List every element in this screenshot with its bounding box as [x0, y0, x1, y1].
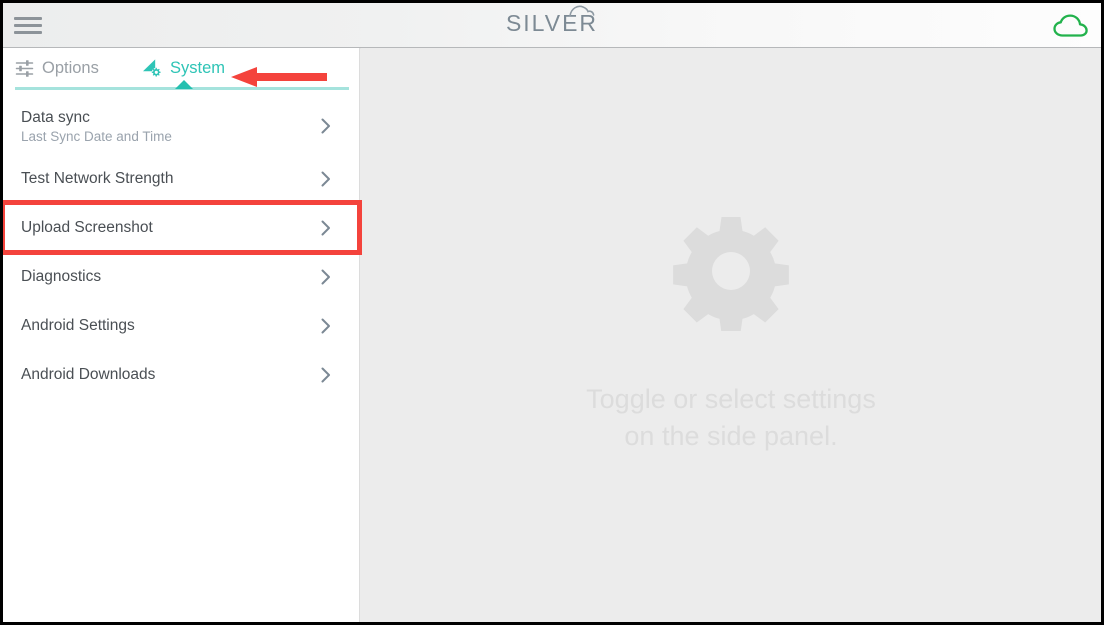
list-item-upload-screenshot[interactable]: Upload Screenshot: [3, 200, 362, 255]
cloud-icon[interactable]: [1051, 13, 1091, 39]
network-signal-gear-icon: [141, 58, 162, 78]
tune-sliders-icon: [15, 59, 34, 78]
list-item-title: Diagnostics: [21, 268, 102, 285]
cloud-arc-icon: [569, 5, 595, 17]
tab-active-indicator: [175, 80, 193, 89]
list-item-data-sync[interactable]: Data sync Last Sync Date and Time: [3, 98, 359, 154]
list-item-title: Android Settings: [21, 317, 135, 334]
list-item-title: Data sync: [21, 108, 90, 126]
application-window: SILVER Options System Data sync Last Syn…: [3, 3, 1101, 622]
tab-options-label: Options: [42, 58, 99, 77]
list-item-diagnostics[interactable]: Diagnostics: [3, 252, 359, 301]
list-item-subtitle: Last Sync Date and Time: [21, 128, 172, 144]
empty-state-message: Toggle or select settings on the side pa…: [361, 381, 1101, 455]
empty-state-line2: on the side panel.: [624, 421, 838, 451]
brand-logo: SILVER: [3, 5, 1101, 42]
empty-state-line1: Toggle or select settings: [586, 384, 876, 414]
chevron-right-icon: [321, 171, 330, 186]
main-content-panel: Toggle or select settings on the side pa…: [361, 48, 1101, 622]
list-item-android-settings[interactable]: Android Settings: [3, 301, 359, 350]
chevron-right-icon: [321, 118, 330, 134]
settings-list: Data sync Last Sync Date and Time Test N…: [3, 98, 362, 399]
list-item-test-network-strength[interactable]: Test Network Strength: [3, 154, 359, 203]
gear-icon: [361, 211, 1101, 333]
list-item-android-downloads[interactable]: Android Downloads: [3, 350, 359, 399]
tab-options[interactable]: Options: [15, 48, 99, 88]
app-header: SILVER: [3, 3, 1101, 49]
list-item-title: Test Network Strength: [21, 170, 174, 187]
sidebar-tabbar: Options System: [3, 48, 359, 92]
chevron-right-icon: [321, 367, 330, 382]
chevron-right-icon: [321, 269, 330, 284]
list-item-title: Android Downloads: [21, 366, 156, 383]
tab-system-label: System: [170, 58, 226, 77]
empty-state: Toggle or select settings on the side pa…: [361, 211, 1101, 455]
settings-sidebar: Options System Data sync Last Sync Date …: [3, 48, 362, 622]
chevron-right-icon: [321, 220, 330, 235]
chevron-right-icon: [321, 318, 330, 333]
list-item-title: Upload Screenshot: [21, 219, 153, 236]
